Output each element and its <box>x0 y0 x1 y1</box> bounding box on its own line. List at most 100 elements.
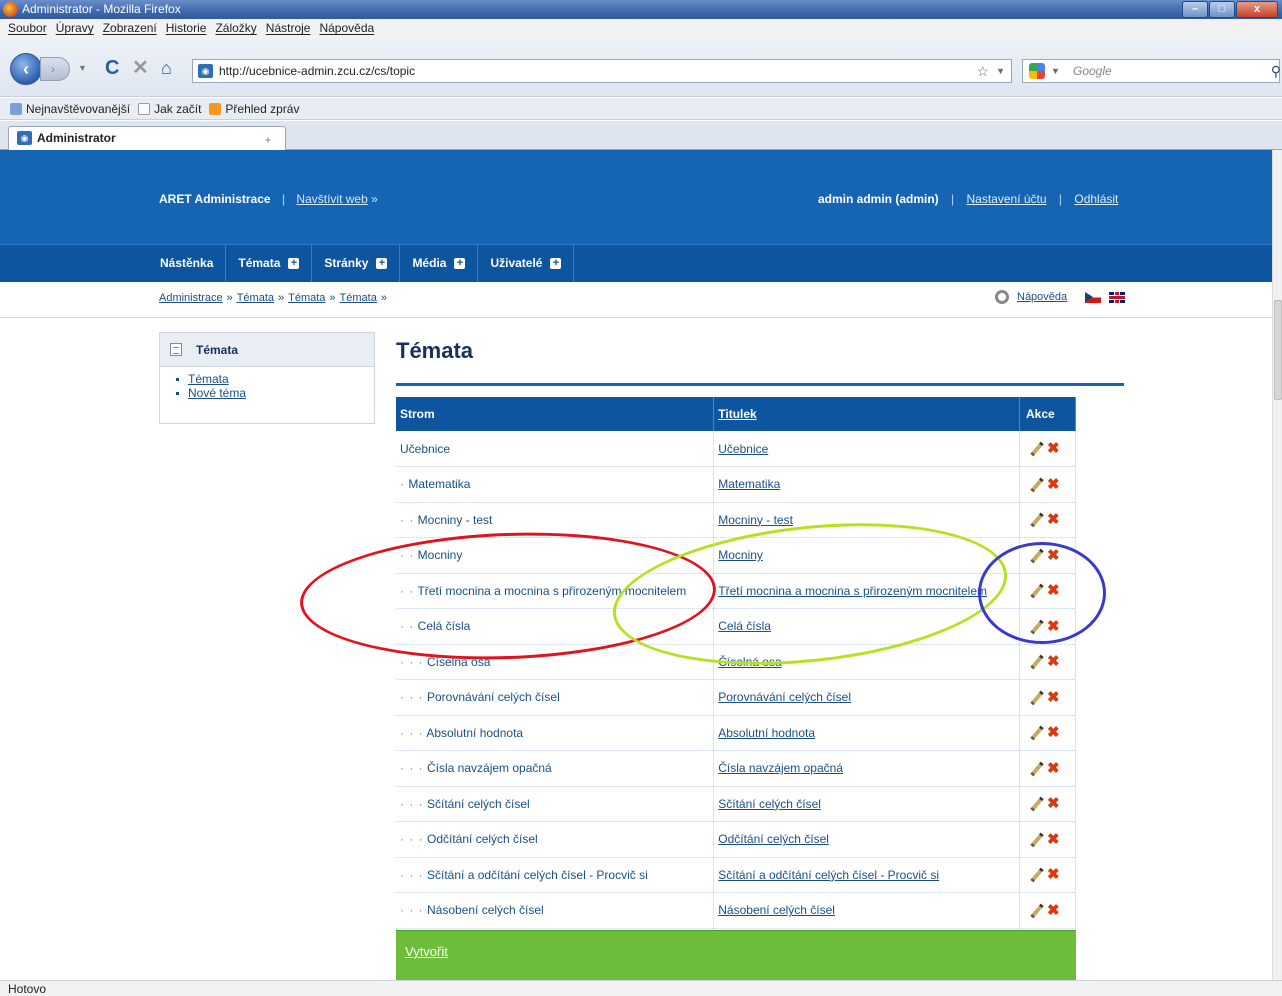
title-link[interactable]: Násobení celých čísel <box>718 903 835 917</box>
edit-icon[interactable] <box>1030 833 1044 847</box>
menu-soubor[interactable]: Soubor <box>8 19 47 37</box>
edit-icon[interactable] <box>1030 691 1044 705</box>
edit-icon[interactable] <box>1030 442 1044 456</box>
menu-upravy[interactable]: Úpravy <box>56 19 94 37</box>
edit-icon[interactable] <box>1030 797 1044 811</box>
google-icon[interactable] <box>1029 63 1045 79</box>
edit-icon[interactable] <box>1030 620 1044 634</box>
title-link[interactable]: Celá čísla <box>718 619 771 633</box>
search-bar[interactable]: ▼ Google ⚲ <box>1022 59 1281 83</box>
title-link[interactable]: Absolutní hodnota <box>718 726 815 740</box>
czech-flag-icon[interactable] <box>1085 291 1102 303</box>
site-favicon: ◉ <box>198 64 213 78</box>
delete-icon[interactable]: ✖ <box>1047 619 1060 634</box>
actions-cell: ✖ <box>1019 892 1076 929</box>
menu-nastroje[interactable]: Nástroje <box>266 19 311 37</box>
title-link[interactable]: Číselná osa <box>718 655 781 669</box>
plus-icon[interactable]: + <box>376 258 388 269</box>
bookmark-star-icon[interactable]: ☆ <box>976 60 989 82</box>
nav-item-topics[interactable]: Témata + <box>226 245 313 282</box>
account-settings-link[interactable]: Nastavení účtu <box>967 192 1047 206</box>
delete-icon[interactable]: ✖ <box>1047 725 1060 740</box>
maximize-button[interactable]: □ <box>1209 1 1235 18</box>
tab-administrator[interactable]: ◉ Administrator + <box>8 126 286 150</box>
delete-icon[interactable]: ✖ <box>1047 867 1060 882</box>
menu-napoveda[interactable]: Nápověda <box>319 19 374 37</box>
breadcrumb-item[interactable]: Témata <box>340 292 377 304</box>
edit-icon[interactable] <box>1030 655 1044 669</box>
delete-icon[interactable]: ✖ <box>1047 690 1060 705</box>
breadcrumb-item[interactable]: Témata <box>288 292 325 304</box>
history-dropdown-icon[interactable]: ▼ <box>78 58 87 78</box>
stop-icon[interactable]: ✕ <box>132 58 149 78</box>
edit-icon[interactable] <box>1030 549 1044 563</box>
sidebar-link-new-topic[interactable]: Nové téma <box>188 386 246 400</box>
minimize-button[interactable]: – <box>1182 1 1208 18</box>
bookmark-most-visited[interactable]: Nejnavštěvovanější <box>10 98 130 119</box>
delete-icon[interactable]: ✖ <box>1047 441 1060 456</box>
delete-icon[interactable]: ✖ <box>1047 903 1060 918</box>
search-engine-dropdown-icon[interactable]: ▼ <box>1051 60 1060 82</box>
nav-item-pages[interactable]: Stránky + <box>312 245 401 282</box>
delete-icon[interactable]: ✖ <box>1047 548 1060 563</box>
back-button[interactable]: ‹ <box>10 53 42 85</box>
title-link[interactable]: Odčítání celých čísel <box>718 832 829 846</box>
scrollbar-thumb[interactable] <box>1274 300 1282 400</box>
edit-icon[interactable] <box>1030 904 1044 918</box>
delete-icon[interactable]: ✖ <box>1047 654 1060 669</box>
nav-item-media[interactable]: Média + <box>400 245 479 282</box>
breadcrumb-item[interactable]: Administrace <box>159 292 223 304</box>
header-title[interactable]: Titulek <box>713 397 1020 431</box>
menu-zobrazeni[interactable]: Zobrazení <box>103 19 157 37</box>
breadcrumb-item[interactable]: Témata <box>237 292 274 304</box>
title-link[interactable]: Učebnice <box>718 442 768 456</box>
sidebar-link-topics[interactable]: Témata <box>188 372 229 386</box>
bookmark-getting-started[interactable]: Jak začít <box>138 98 201 119</box>
brand: ARET Administrace | Navštívit web » <box>159 192 378 206</box>
reload-icon[interactable]: C <box>105 58 119 78</box>
title-link[interactable]: Mocniny - test <box>718 513 793 527</box>
delete-icon[interactable]: ✖ <box>1047 477 1060 492</box>
title-link[interactable]: Mocniny <box>718 548 763 562</box>
title-link[interactable]: Čísla navzájem opačná <box>718 761 843 775</box>
tree-indent: · <box>400 477 405 492</box>
delete-icon[interactable]: ✖ <box>1047 512 1060 527</box>
delete-icon[interactable]: ✖ <box>1047 761 1060 776</box>
plus-icon[interactable]: + <box>454 258 466 269</box>
home-icon[interactable]: ⌂ <box>161 58 172 78</box>
url-dropdown-icon[interactable]: ▼ <box>996 60 1005 82</box>
edit-icon[interactable] <box>1030 726 1044 740</box>
page-scrollbar[interactable] <box>1272 150 1282 980</box>
nav-item-users[interactable]: Uživatelé + <box>478 245 575 282</box>
close-button[interactable]: x <box>1236 1 1278 18</box>
menu-historie[interactable]: Historie <box>166 19 207 37</box>
create-link[interactable]: Vytvořit <box>405 944 448 959</box>
plus-icon[interactable]: + <box>550 258 562 269</box>
menu-zalozky[interactable]: Záložky <box>215 19 256 37</box>
visit-web-link[interactable]: Navštívit web <box>296 192 367 206</box>
delete-icon[interactable]: ✖ <box>1047 832 1060 847</box>
forward-button[interactable]: › <box>40 57 70 81</box>
bookmark-news[interactable]: Přehled zpráv <box>209 98 299 119</box>
uk-flag-icon[interactable] <box>1109 291 1126 303</box>
nav-item-dashboard[interactable]: Nástěnka <box>148 245 227 282</box>
title-link[interactable]: Matematika <box>718 477 780 491</box>
edit-icon[interactable] <box>1030 868 1044 882</box>
title-link[interactable]: Porovnávání celých čísel <box>718 690 851 704</box>
title-link[interactable]: Sčítání a odčítání celých čísel - Procvi… <box>718 868 939 882</box>
plus-icon[interactable]: + <box>288 258 300 269</box>
sort-title-link[interactable]: Titulek <box>718 407 756 421</box>
search-icon[interactable]: ⚲ <box>1271 60 1281 82</box>
edit-icon[interactable] <box>1030 762 1044 776</box>
delete-icon[interactable]: ✖ <box>1047 583 1060 598</box>
edit-icon[interactable] <box>1030 478 1044 492</box>
title-link[interactable]: Sčítání celých čísel <box>718 797 821 811</box>
edit-icon[interactable] <box>1030 584 1044 598</box>
delete-icon[interactable]: ✖ <box>1047 796 1060 811</box>
url-bar[interactable]: ◉ http://ucebnice-admin.zcu.cz/cs/topic … <box>192 59 1012 83</box>
title-link[interactable]: Třetí mocnina a mocnina s přirozeným moc… <box>718 584 987 598</box>
help-link[interactable]: Nápověda <box>1017 291 1067 303</box>
logout-link[interactable]: Odhlásit <box>1074 192 1118 206</box>
new-tab-icon[interactable]: + <box>259 129 277 147</box>
edit-icon[interactable] <box>1030 513 1044 527</box>
